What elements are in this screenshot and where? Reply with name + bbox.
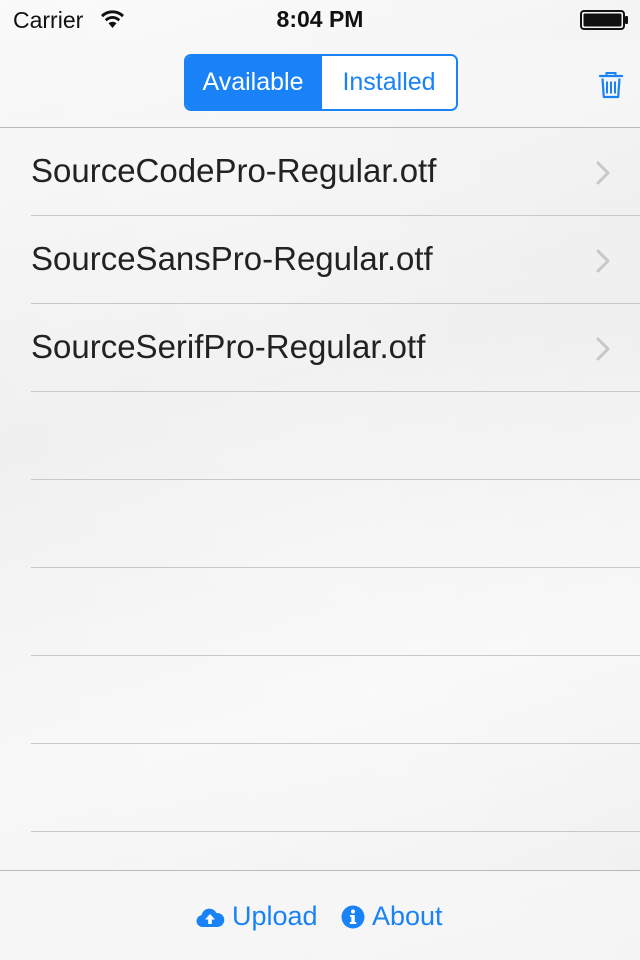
segment-available[interactable]: Available xyxy=(186,56,320,109)
chevron-right-icon xyxy=(596,337,610,361)
empty-row xyxy=(0,568,640,656)
font-file-label: SourceSerifPro-Regular.otf xyxy=(31,328,426,365)
trash-icon[interactable] xyxy=(596,70,626,100)
info-icon xyxy=(341,905,365,928)
row-divider xyxy=(31,831,640,832)
about-label: About xyxy=(372,901,443,931)
chevron-right-icon xyxy=(596,249,610,273)
status-bar: Carrier 8:04 PM xyxy=(0,0,640,40)
list-item[interactable]: SourceSansPro-Regular.otf xyxy=(0,216,640,304)
navigation-bar: Available Installed xyxy=(0,40,640,128)
list-item[interactable]: SourceSerifPro-Regular.otf xyxy=(0,304,640,392)
status-time: 8:04 PM xyxy=(276,6,364,32)
font-file-label: SourceCodePro-Regular.otf xyxy=(31,152,437,189)
chevron-right-icon xyxy=(596,161,610,185)
upload-button[interactable]: Upload xyxy=(195,901,318,932)
bottom-toolbar: Upload About xyxy=(0,870,640,960)
font-list: SourceCodePro-Regular.otf SourceSansPro-… xyxy=(0,128,640,832)
empty-row xyxy=(0,656,640,744)
segmented-control: Available Installed xyxy=(184,54,458,111)
font-file-label: SourceSansPro-Regular.otf xyxy=(31,240,433,277)
list-item[interactable]: SourceCodePro-Regular.otf xyxy=(0,128,640,216)
about-button[interactable]: About xyxy=(341,901,443,932)
battery-icon xyxy=(580,10,628,30)
cloud-upload-icon xyxy=(196,908,225,927)
empty-row xyxy=(0,480,640,568)
empty-row xyxy=(0,744,640,832)
empty-row xyxy=(0,392,640,480)
segment-installed[interactable]: Installed xyxy=(320,56,456,109)
upload-label: Upload xyxy=(232,901,318,931)
